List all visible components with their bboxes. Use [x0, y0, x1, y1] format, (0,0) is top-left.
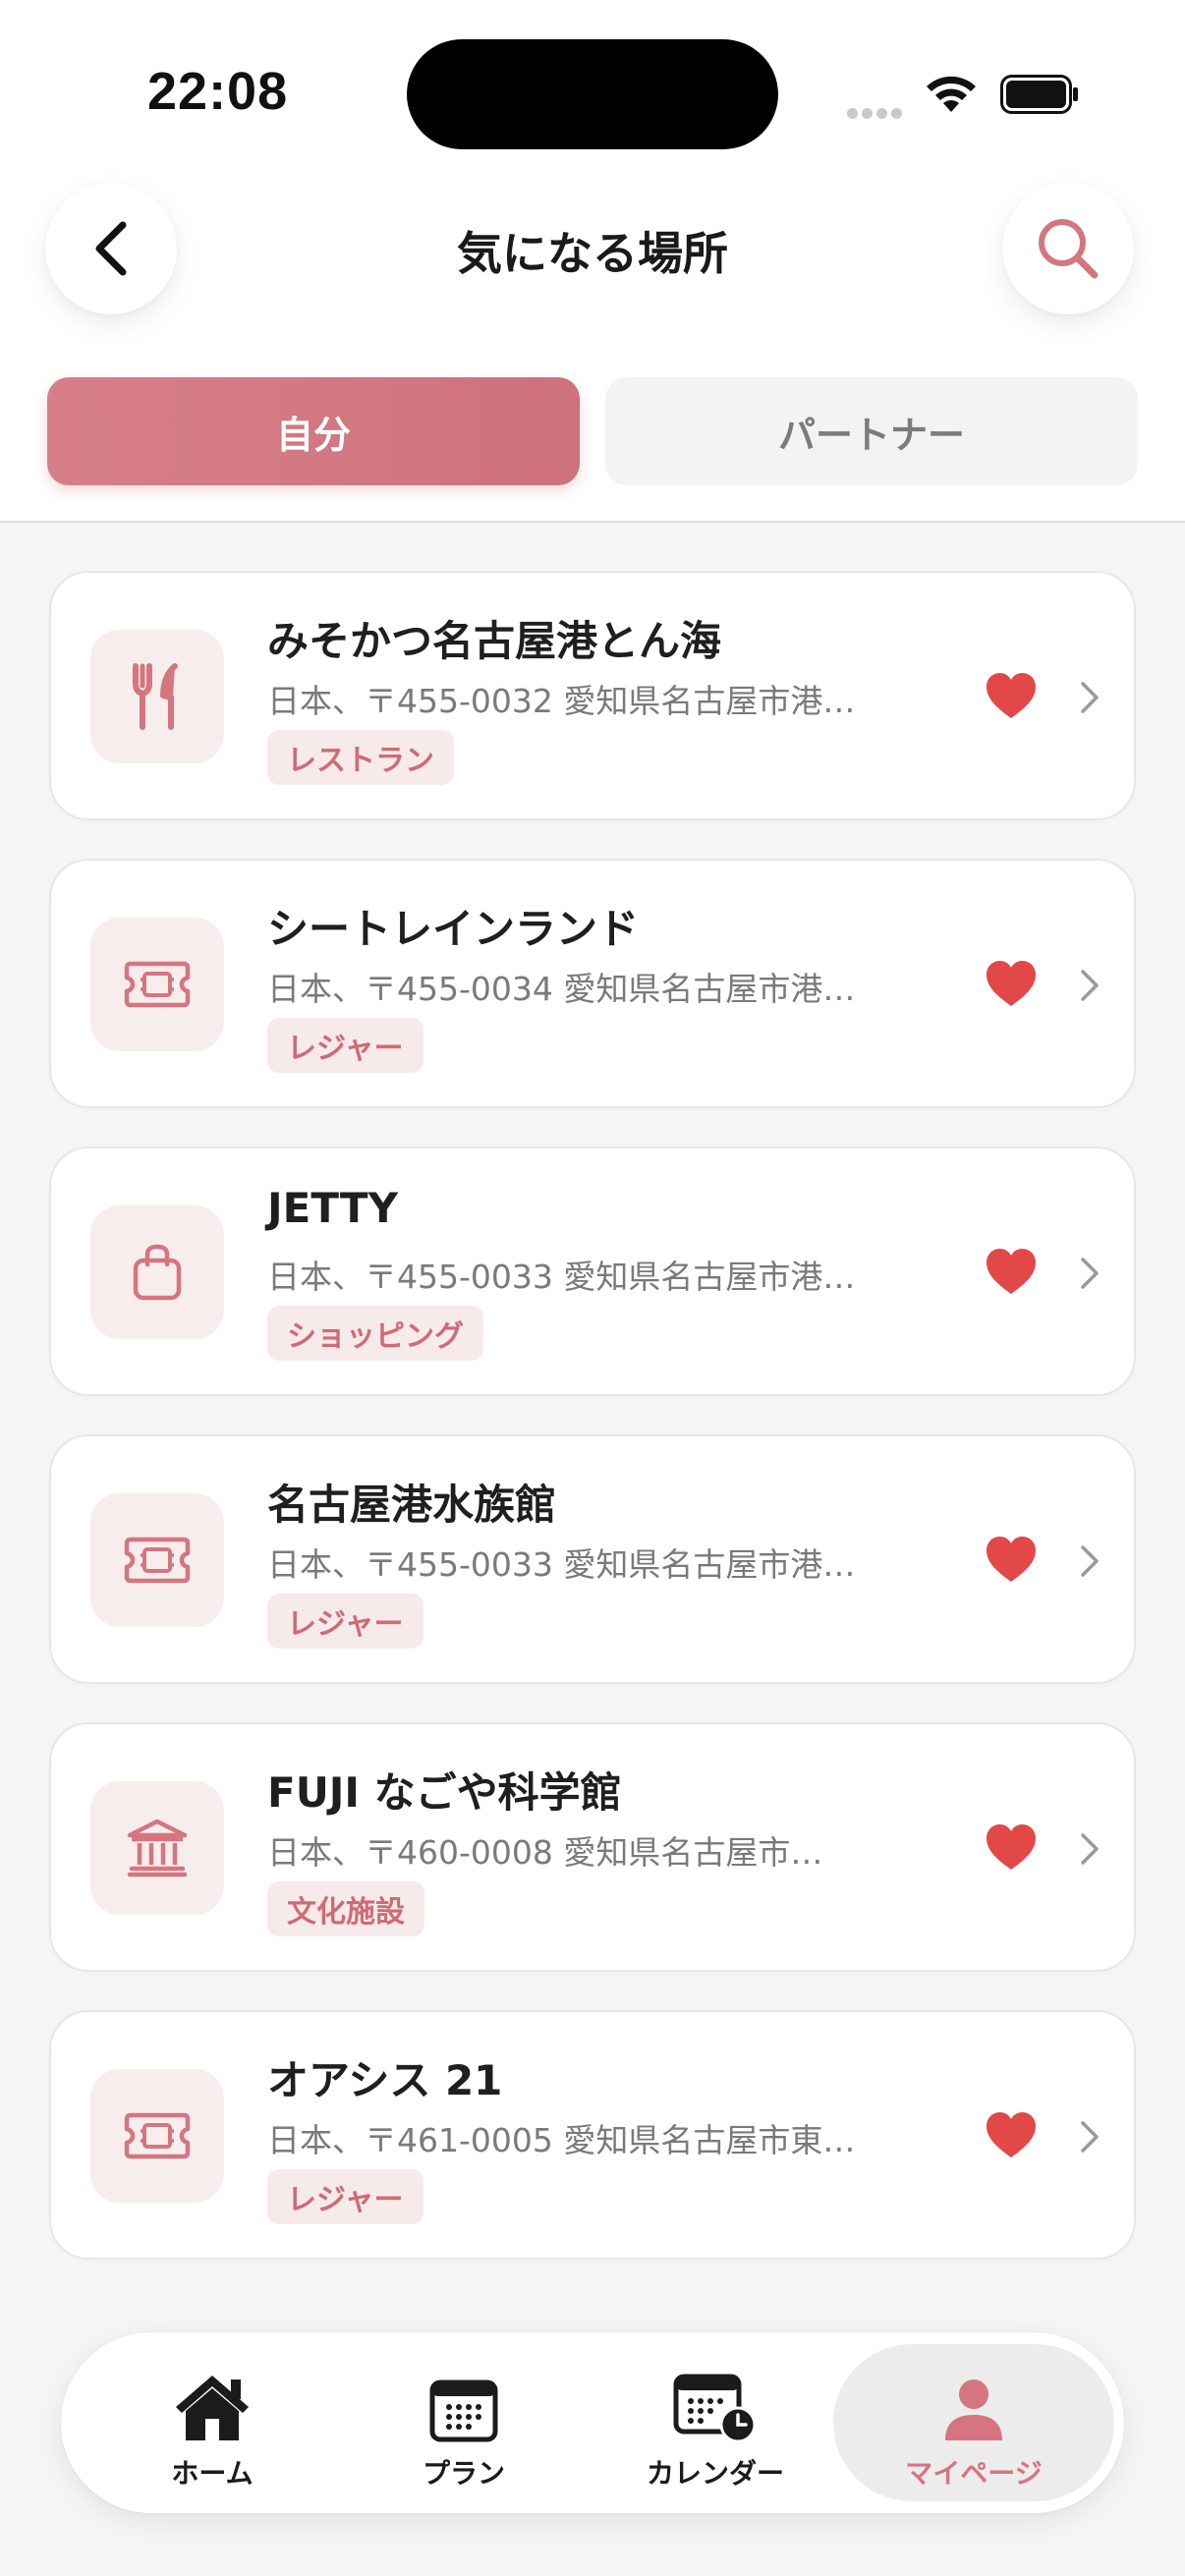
category-tag: レジャー — [267, 1018, 423, 1073]
ticket-icon — [124, 1537, 191, 1584]
shopping-bag-icon — [133, 1244, 182, 1301]
nav-item-mypage[interactable]: マイページ — [833, 2344, 1114, 2501]
place-address: 日本、〒455-0032 愛知県名古屋市港… — [267, 682, 856, 720]
nav-item-calendar[interactable]: カレンダー — [588, 2344, 843, 2501]
dynamic-island — [407, 39, 778, 149]
place-name: シートレインランド — [267, 905, 640, 953]
category-tag: 文化施設 — [267, 1881, 424, 1936]
category-icon-box — [90, 918, 224, 1051]
place-card[interactable]: JETTY 日本、〒455-0033 愛知県名古屋市港… ショッピング — [49, 1147, 1136, 1396]
place-address: 日本、〒461-0005 愛知県名古屋市東… — [267, 2121, 856, 2159]
category-tag: レジャー — [267, 2169, 423, 2224]
heart-icon[interactable] — [985, 2110, 1038, 2159]
cellular-signal-icon — [847, 104, 906, 123]
place-card[interactable]: シートレインランド 日本、〒455-0034 愛知県名古屋市港… レジャー — [49, 859, 1136, 1108]
ticket-icon — [124, 2112, 191, 2159]
status-icons — [847, 69, 1083, 119]
category-icon-box — [90, 1493, 224, 1627]
nav-label-mypage: マイページ — [905, 2457, 1043, 2490]
search-icon — [1039, 219, 1099, 279]
calendar-clock-icon — [673, 2374, 757, 2442]
heart-icon[interactable] — [985, 1535, 1038, 1584]
category-icon-box — [90, 1781, 224, 1915]
place-name: オアシス 21 — [267, 2056, 503, 2104]
tab-self[interactable]: 自分 — [47, 377, 580, 485]
category-tag: レストラン — [267, 730, 454, 785]
place-address: 日本、〒460-0008 愛知県名古屋市… — [267, 1833, 823, 1872]
home-icon — [176, 2376, 249, 2440]
nav-label-plan: プラン — [422, 2457, 505, 2490]
battery-icon — [1000, 75, 1078, 114]
chevron-right-icon — [1081, 1258, 1099, 1289]
wifi-icon — [927, 76, 976, 112]
heart-icon[interactable] — [985, 1822, 1038, 1872]
category-tag: ショッピング — [267, 1306, 483, 1361]
heart-icon[interactable] — [985, 671, 1038, 720]
ticket-icon — [124, 961, 191, 1008]
nav-label-home: ホーム — [171, 2457, 254, 2490]
person-icon — [945, 2380, 1002, 2440]
nav-item-plan[interactable]: プラン — [336, 2344, 592, 2501]
place-card[interactable]: オアシス 21 日本、〒461-0005 愛知県名古屋市東… レジャー — [49, 2010, 1136, 2260]
place-card[interactable]: 名古屋港水族館 日本、〒455-0033 愛知県名古屋市港… レジャー — [49, 1434, 1136, 1684]
place-name: FUJI なごや科学館 — [267, 1768, 622, 1817]
place-address: 日本、〒455-0033 愛知県名古屋市港… — [267, 1545, 856, 1584]
place-name: みそかつ名古屋港とん海 — [267, 617, 722, 665]
chevron-right-icon — [1081, 970, 1099, 1001]
heart-icon[interactable] — [985, 1247, 1038, 1296]
place-card[interactable]: みそかつ名古屋港とん海 日本、〒455-0032 愛知県名古屋市港… レストラン — [49, 571, 1136, 820]
nav-label-calendar: カレンダー — [646, 2457, 784, 2490]
tab-partner[interactable]: パートナー — [605, 377, 1138, 485]
calendar-icon — [429, 2380, 498, 2442]
place-address: 日本、〒455-0033 愛知県名古屋市港… — [267, 1258, 856, 1296]
place-list: みそかつ名古屋港とん海 日本、〒455-0032 愛知県名古屋市港… レストラン… — [49, 571, 1136, 2298]
category-icon-box — [90, 630, 224, 763]
place-card[interactable]: FUJI なごや科学館 日本、〒460-0008 愛知県名古屋市… 文化施設 — [49, 1722, 1136, 1972]
nav-item-home[interactable]: ホーム — [85, 2344, 340, 2501]
chevron-right-icon — [1081, 2121, 1099, 2153]
chevron-right-icon — [1081, 1545, 1099, 1577]
category-icon-box — [90, 1205, 224, 1339]
place-address: 日本、〒455-0034 愛知県名古屋市港… — [267, 970, 856, 1008]
heart-icon[interactable] — [985, 959, 1038, 1008]
search-button[interactable] — [1002, 183, 1134, 314]
place-name: JETTY — [267, 1184, 398, 1232]
category-tag: レジャー — [267, 1594, 423, 1649]
category-icon-box — [90, 2069, 224, 2203]
place-name: 名古屋港水族館 — [267, 1481, 557, 1529]
museum-icon — [127, 1819, 188, 1877]
utensils-icon — [133, 663, 178, 730]
chevron-right-icon — [1081, 1833, 1099, 1865]
bottom-nav: ホーム プラン カレンダー マイページ — [61, 2332, 1124, 2513]
status-time: 22:08 — [147, 62, 289, 121]
chevron-right-icon — [1081, 682, 1099, 713]
